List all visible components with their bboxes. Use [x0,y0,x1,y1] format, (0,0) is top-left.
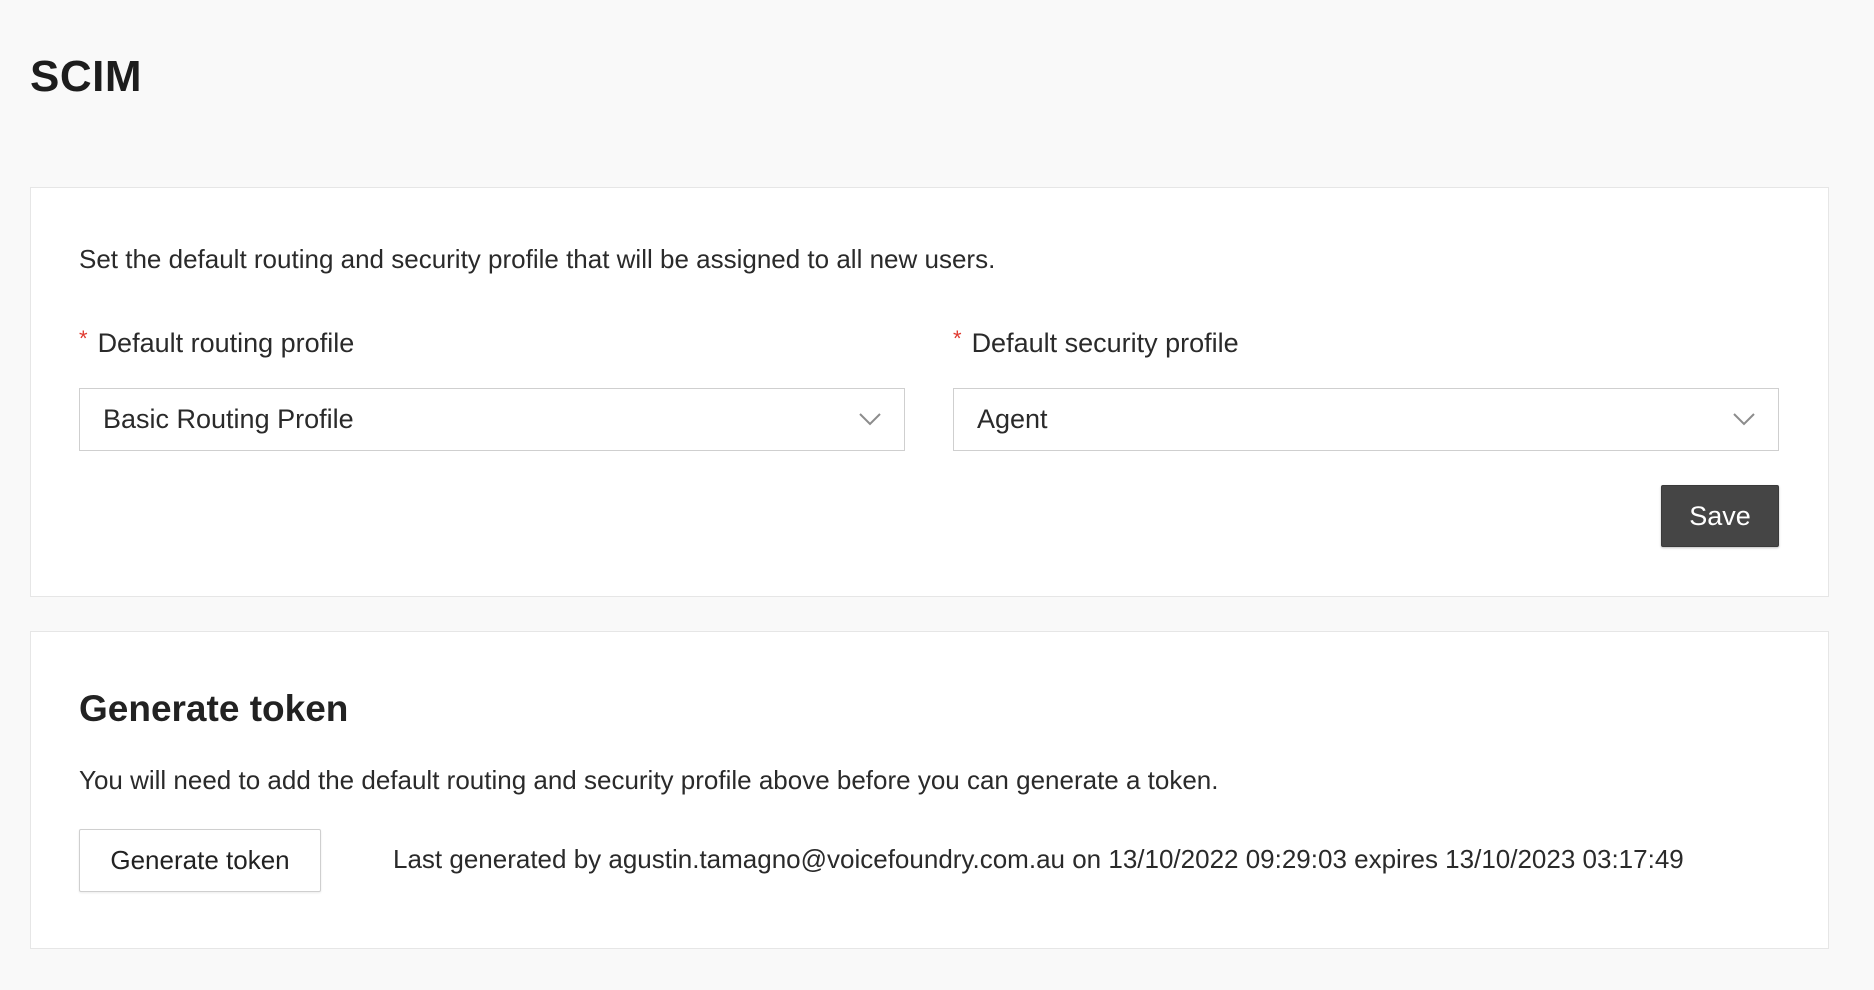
security-profile-select[interactable]: Agent [953,388,1779,451]
generate-token-title: Generate token [79,688,349,729]
save-button[interactable]: Save [1661,485,1779,547]
profiles-intro-text: Set the default routing and security pro… [79,244,996,274]
generate-token-card: Generate token You will need to add the … [30,631,1829,949]
routing-profile-value: Basic Routing Profile [103,404,354,434]
chevron-down-icon [859,413,881,426]
chevron-down-icon [1733,413,1755,426]
security-profile-label-text: Default security profile [971,328,1239,358]
required-marker: * [79,326,88,351]
page-title: SCIM [30,52,142,101]
default-profiles-card: Set the default routing and security pro… [30,187,1829,597]
routing-profile-select[interactable]: Basic Routing Profile [79,388,905,451]
routing-profile-label: * Default routing profile [79,326,354,359]
generate-token-button[interactable]: Generate token [79,829,321,892]
token-note-text: You will need to add the default routing… [79,765,1219,795]
security-profile-value: Agent [977,404,1048,434]
routing-profile-label-text: Default routing profile [97,328,355,358]
required-marker: * [953,326,962,351]
last-generated-text: Last generated by agustin.tamagno@voicef… [393,844,1684,874]
security-profile-label: * Default security profile [953,326,1239,359]
